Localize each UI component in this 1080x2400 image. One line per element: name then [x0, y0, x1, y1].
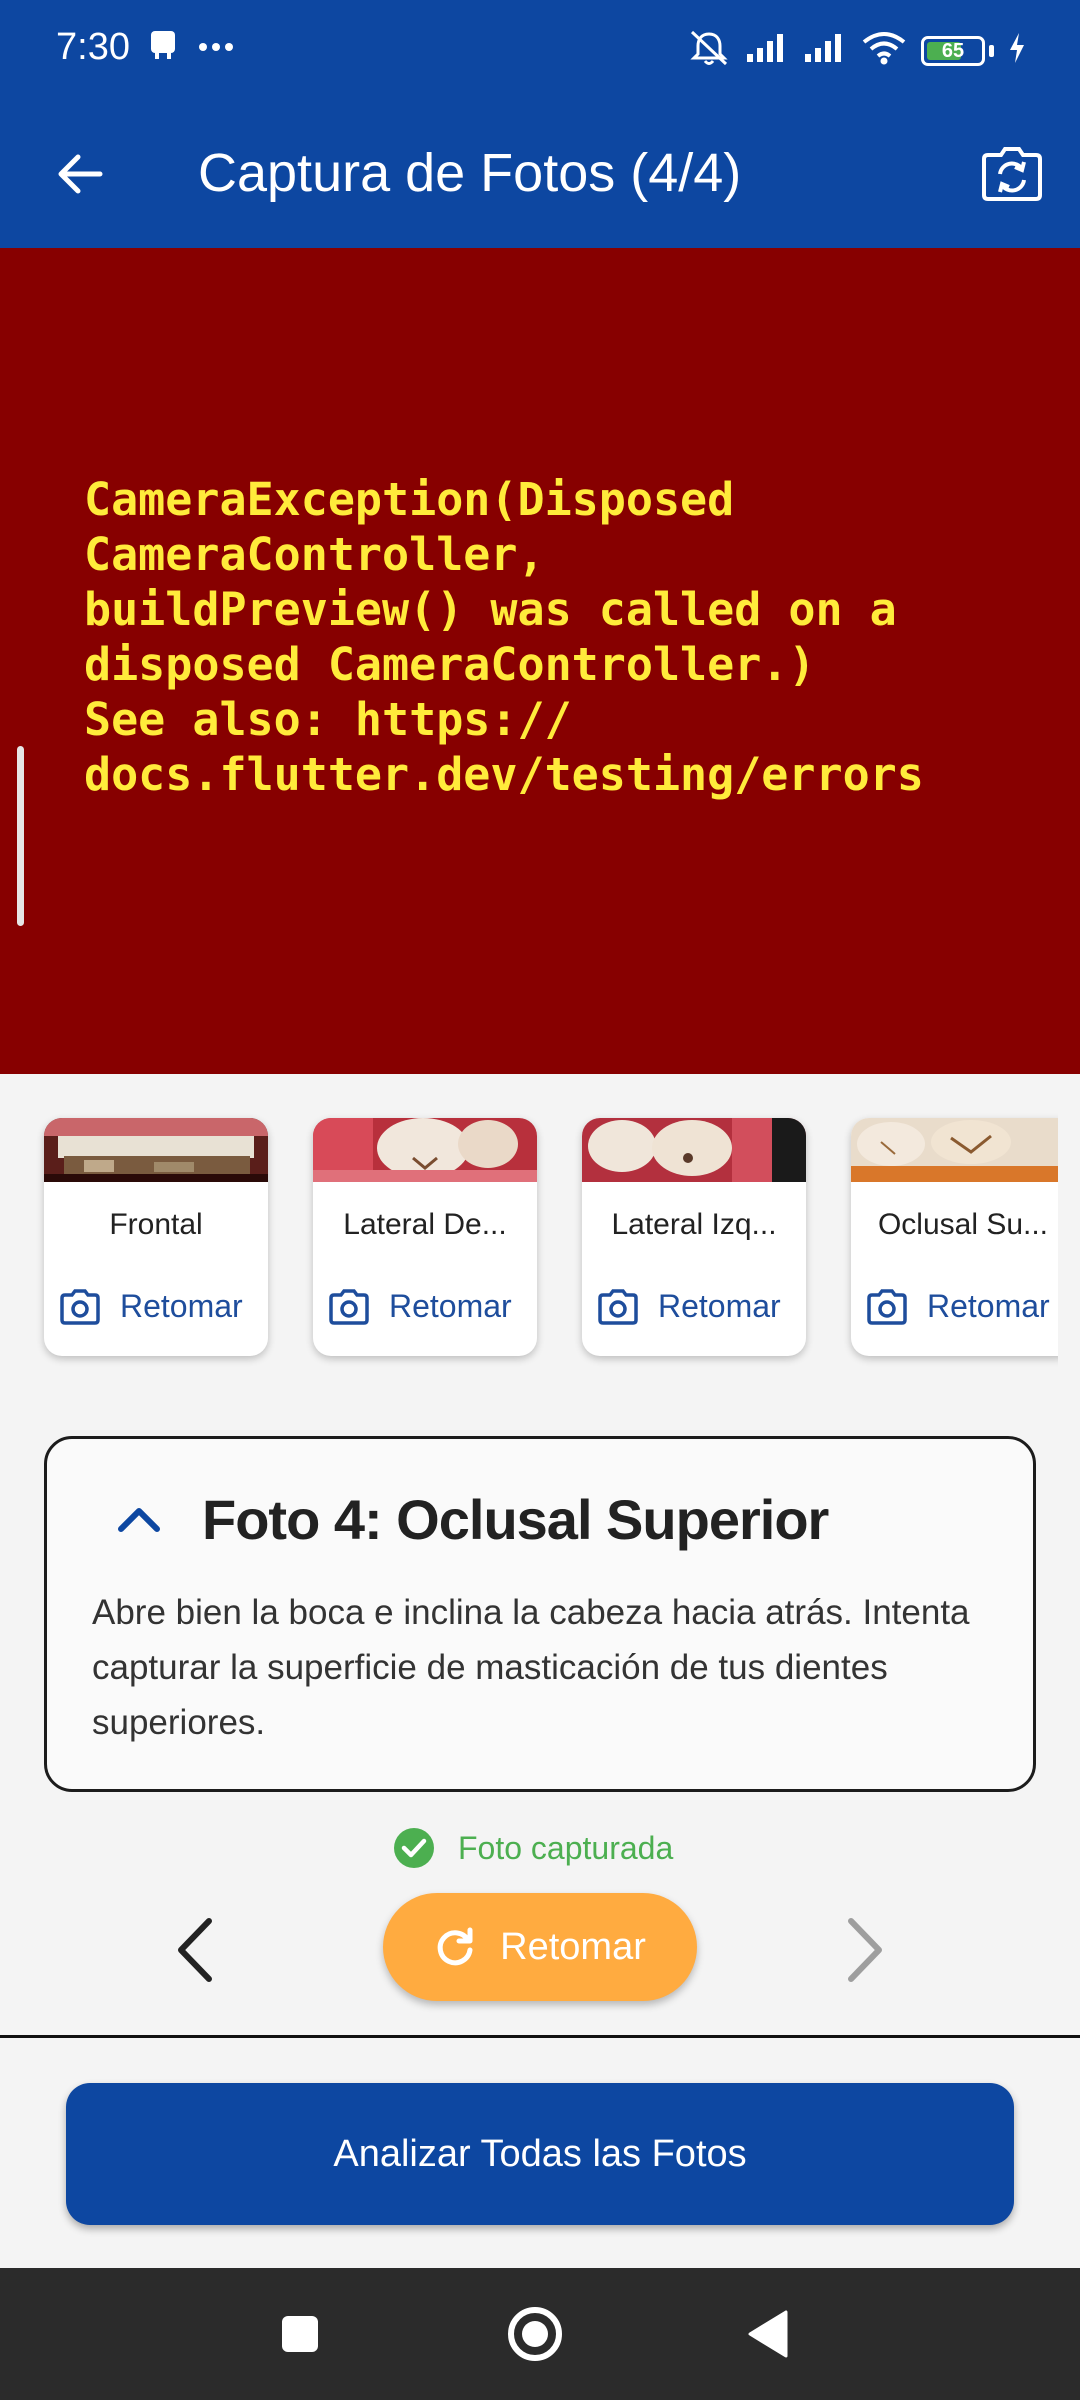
silent-mode-icon — [687, 28, 731, 73]
thumbnail-retake-label: Retomar — [120, 1288, 243, 1324]
charging-icon — [1008, 32, 1026, 69]
instructions-title: Foto 4: Oclusal Superior — [202, 1488, 829, 1551]
thumbnail-label: Oclusal Su... — [877, 1208, 1049, 1241]
more-notifications-icon — [198, 39, 234, 57]
thumbnail-card-frontal[interactable]: Frontal Retomar — [44, 1118, 268, 1356]
thumbnail-label: Frontal — [109, 1208, 203, 1241]
scroll-indicator — [17, 746, 24, 926]
arrow-back-icon — [58, 154, 103, 194]
chevron-right-icon — [848, 1918, 882, 1982]
thumbnail-label: Lateral De... — [343, 1208, 507, 1241]
battery-icon: 65 — [921, 35, 985, 66]
capture-status-text: Foto capturada — [458, 1829, 674, 1866]
instructions-card: Foto 4: Oclusal Superior Abre bien la bo… — [44, 1436, 1036, 1792]
thumbnail-retake-button[interactable]: Retomar — [329, 1288, 512, 1325]
photo-thumbnails[interactable]: Frontal Retomar Lateral De... Retomar La… — [0, 1074, 1058, 1374]
capture-status: Foto capturada — [392, 1826, 673, 1870]
analyze-all-button[interactable]: Analizar Todas las Fotos — [66, 2083, 1014, 2225]
switch-camera-icon — [982, 147, 1042, 201]
instructions-body: Abre bien la boca e inclina la cabeza ha… — [92, 1593, 970, 1742]
thumbnail-image — [851, 1118, 1058, 1182]
signal-icon-2 — [803, 32, 847, 69]
thumbnail-retake-label: Retomar — [927, 1288, 1050, 1324]
back-button[interactable] — [44, 138, 116, 210]
camera-icon — [329, 1288, 369, 1325]
page-title: Captura de Fotos (4/4) — [198, 143, 742, 203]
thumbnail-card-lateral-izquierda[interactable]: Lateral Izq... Retomar — [582, 1118, 806, 1356]
camera-icon — [598, 1288, 638, 1325]
next-photo-button[interactable] — [830, 1910, 900, 1990]
retake-button[interactable]: Retomar — [383, 1893, 697, 2001]
previous-photo-button[interactable] — [160, 1910, 230, 1990]
thumbnail-image — [44, 1118, 268, 1182]
thumbnail-retake-button[interactable]: Retomar — [867, 1288, 1050, 1325]
home-button[interactable] — [497, 2296, 573, 2372]
signal-icon — [745, 32, 789, 69]
system-back-button[interactable] — [730, 2296, 806, 2372]
system-navigation-bar — [0, 2268, 1080, 2400]
triangle-back-icon — [748, 2310, 788, 2358]
chevron-left-icon — [178, 1918, 212, 1982]
battery-level: 65 — [941, 39, 965, 62]
home-circle-icon — [508, 2307, 562, 2361]
camera-preview-error: CameraException(Disposed CameraControlle… — [0, 248, 1080, 1074]
thumbnail-image — [313, 1118, 537, 1182]
error-message: CameraException(Disposed CameraControlle… — [84, 473, 924, 801]
check-circle-icon — [394, 1828, 434, 1868]
refresh-icon — [437, 1927, 473, 1966]
wifi-icon — [861, 30, 907, 71]
thumbnail-retake-label: Retomar — [389, 1288, 512, 1324]
camera-icon — [867, 1288, 907, 1325]
thumbnail-card-oclusal-superior[interactable]: Oclusal Su... Retomar — [851, 1118, 1058, 1356]
status-bar: 7:30 65 — [0, 0, 1080, 100]
status-time: 7:30 — [56, 26, 130, 68]
recent-apps-button[interactable] — [262, 2296, 338, 2372]
thumbnail-image — [582, 1118, 806, 1182]
square-icon — [282, 2316, 318, 2352]
thumbnail-card-lateral-derecha[interactable]: Lateral De... Retomar — [313, 1118, 537, 1356]
switch-camera-button[interactable] — [974, 136, 1050, 212]
camera-icon — [60, 1288, 100, 1325]
thumbnail-retake-button[interactable]: Retomar — [60, 1288, 243, 1325]
chevron-up-icon[interactable] — [109, 1497, 169, 1541]
thumbnail-retake-button[interactable]: Retomar — [598, 1288, 781, 1325]
retake-label: Retomar — [500, 1925, 646, 1968]
thumbnail-retake-label: Retomar — [658, 1288, 781, 1324]
thumbnail-label: Lateral Izq... — [611, 1208, 777, 1241]
notification-app-icon — [146, 28, 180, 67]
app-bar: Captura de Fotos (4/4) — [0, 100, 1080, 248]
